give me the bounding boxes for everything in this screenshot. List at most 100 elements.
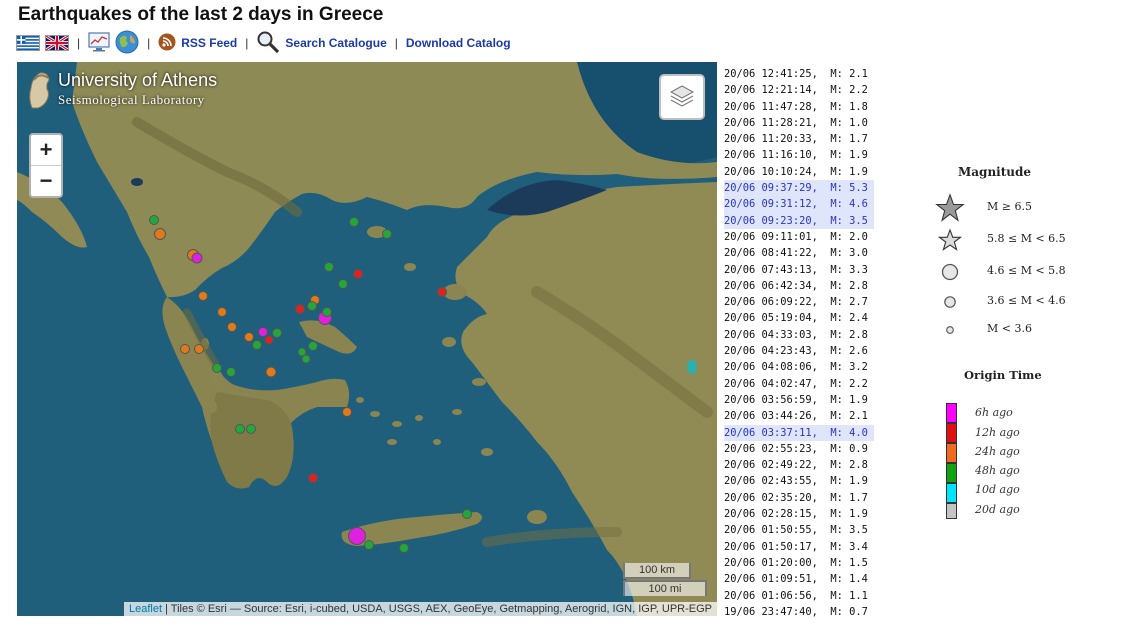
rss-icon[interactable] (158, 33, 176, 54)
quake-marker[interactable] (154, 228, 166, 240)
quake-list-item[interactable]: 20/06 01:50:17, M: 3.4 (724, 539, 874, 555)
zoom-in-button[interactable]: + (31, 135, 61, 165)
quake-list-item[interactable]: 20/06 04:33:03, M: 2.8 (724, 327, 874, 343)
time-swatch-24h (946, 443, 957, 463)
toolbar: | | RSS Feed | Search Catalogue | Downlo… (16, 30, 511, 57)
quake-list-item[interactable]: 20/06 10:10:24, M: 1.9 (724, 164, 874, 180)
quake-list-item[interactable]: 20/06 05:19:04, M: 2.4 (724, 310, 874, 326)
quake-list-item[interactable]: 20/06 03:56:59, M: 1.9 (724, 392, 874, 408)
quake-marker[interactable] (295, 304, 305, 314)
quake-marker[interactable] (364, 540, 374, 550)
quake-marker[interactable] (217, 307, 227, 317)
quake-list-item[interactable]: 20/06 02:28:15, M: 1.9 (724, 506, 874, 522)
quake-marker[interactable] (265, 366, 277, 378)
quake-marker[interactable] (338, 279, 348, 289)
quake-marker[interactable] (180, 344, 190, 354)
attribution-text: | Tiles © Esri — Source: Esri, i-cubed, … (162, 603, 712, 615)
quake-marker[interactable] (348, 527, 366, 545)
quake-marker[interactable] (226, 367, 236, 377)
earthquake-map[interactable]: University of Athens Seismological Labor… (17, 62, 717, 616)
quake-list-item[interactable]: 20/06 11:16:10, M: 1.9 (724, 147, 874, 163)
quake-marker[interactable] (307, 301, 317, 311)
quake-list-item[interactable]: 20/06 01:20:00, M: 1.5 (724, 555, 874, 571)
quake-list-item[interactable]: 20/06 06:09:22, M: 2.7 (724, 294, 874, 310)
quake-list-item[interactable]: 20/06 09:23:20, M: 3.5 (724, 212, 874, 229)
quake-list-item[interactable]: 20/06 02:35:20, M: 1.7 (724, 490, 874, 506)
monitor-chart-icon[interactable] (88, 31, 110, 55)
quake-list-item[interactable]: 20/06 02:43:55, M: 1.9 (724, 473, 874, 489)
quake-marker[interactable] (382, 229, 392, 239)
quake-time: 20/06 01:20:00, (724, 556, 818, 569)
magnitude-label: 5.8 ≤ M < 6.5 (987, 232, 1066, 245)
quake-marker[interactable] (322, 307, 332, 317)
quake-list-item[interactable]: 20/06 03:37:11, M: 4.0 (724, 424, 874, 441)
quake-list-item[interactable]: 20/06 01:50:55, M: 3.5 (724, 522, 874, 538)
quake-marker[interactable] (399, 543, 409, 553)
quake-marker[interactable] (258, 327, 268, 337)
quake-marker[interactable] (235, 424, 245, 434)
quake-list-item[interactable]: 20/06 04:02:47, M: 2.2 (724, 376, 874, 392)
quake-list-item[interactable]: 19/06 23:47:40, M: 0.7 (724, 604, 874, 620)
quake-marker[interactable] (301, 354, 311, 364)
quake-list-item[interactable]: 20/06 04:08:06, M: 3.2 (724, 359, 874, 375)
quake-list-item[interactable]: 20/06 06:42:34, M: 2.8 (724, 278, 874, 294)
rss-feed-link[interactable]: RSS Feed (181, 36, 237, 50)
quake-list-item[interactable]: 20/06 09:11:01, M: 2.0 (724, 229, 874, 245)
quake-list-item[interactable]: 20/06 03:44:26, M: 2.1 (724, 408, 874, 424)
quake-list-item[interactable]: 20/06 12:21:14, M: 2.2 (724, 82, 874, 98)
leaflet-link[interactable]: Leaflet (129, 603, 162, 615)
quake-magnitude: M: 2.2 (830, 84, 868, 97)
quake-marker[interactable] (264, 335, 274, 345)
quake-marker[interactable] (437, 287, 447, 297)
quake-marker[interactable] (212, 363, 222, 373)
search-catalogue-link[interactable]: Search Catalogue (285, 36, 386, 50)
zoom-out-button[interactable]: − (31, 165, 61, 196)
quake-list-item[interactable]: 20/06 09:31:12, M: 4.6 (724, 196, 874, 213)
quake-time: 20/06 09:23:20, (724, 214, 818, 227)
quake-marker[interactable] (272, 328, 282, 338)
toolbar-separator: | (245, 36, 249, 50)
magnitude-row: M < 3.6 (905, 318, 1085, 342)
quake-list-item[interactable]: 20/06 02:55:23, M: 0.9 (724, 441, 874, 457)
quake-marker[interactable] (252, 340, 262, 350)
quake-list-item[interactable]: 20/06 11:28:21, M: 1.0 (724, 115, 874, 131)
quake-marker[interactable] (244, 332, 254, 342)
quake-list-item[interactable]: 20/06 04:23:43, M: 2.6 (724, 343, 874, 359)
quake-list-item[interactable]: 20/06 11:47:28, M: 1.8 (724, 99, 874, 115)
quake-list-item[interactable]: 19/06 23:22:00, M: 1.7 (724, 620, 874, 622)
quake-marker[interactable] (227, 322, 237, 332)
globe-icon[interactable] (115, 30, 139, 57)
quake-list-item[interactable]: 20/06 09:37:29, M: 5.3 (724, 180, 874, 197)
quake-marker[interactable] (349, 217, 359, 227)
quake-time: 20/06 12:21:14, (724, 84, 818, 97)
quake-time: 20/06 05:19:04, (724, 312, 818, 325)
quake-marker[interactable] (194, 344, 204, 354)
quake-marker[interactable] (342, 407, 352, 417)
quake-marker[interactable] (324, 262, 334, 272)
quake-list-item[interactable]: 20/06 12:41:25, M: 2.1 (724, 66, 874, 82)
quake-marker[interactable] (198, 291, 208, 301)
quake-time: 20/06 09:11:01, (724, 230, 818, 243)
download-catalog-link[interactable]: Download Catalog (406, 36, 511, 50)
quake-marker[interactable] (308, 341, 318, 351)
quake-marker[interactable] (462, 509, 472, 519)
quake-magnitude: M: 2.8 (830, 279, 868, 292)
large-star-icon (935, 193, 965, 222)
quake-magnitude: M: 1.7 (830, 133, 868, 146)
quake-marker[interactable] (246, 424, 256, 434)
uk-flag-icon[interactable] (45, 34, 69, 52)
quake-list-item[interactable]: 20/06 07:43:13, M: 3.3 (724, 262, 874, 278)
greek-flag-icon[interactable] (16, 35, 40, 51)
quake-marker[interactable] (308, 473, 318, 483)
magnifier-icon[interactable] (256, 30, 280, 57)
layers-button[interactable] (659, 74, 705, 120)
quake-list-item[interactable]: 20/06 02:49:22, M: 2.8 (724, 457, 874, 473)
quake-list-item[interactable]: 20/06 01:09:51, M: 1.4 (724, 571, 874, 587)
magnitude-legend-title: Magnitude (958, 165, 1032, 179)
quake-list-item[interactable]: 20/06 08:41:22, M: 3.0 (724, 245, 874, 261)
quake-marker[interactable] (353, 269, 363, 279)
quake-list-item[interactable]: 20/06 11:20:33, M: 1.7 (724, 131, 874, 147)
quake-list-item[interactable]: 20/06 01:06:56, M: 1.1 (724, 588, 874, 604)
quake-marker[interactable] (149, 215, 159, 225)
quake-marker[interactable] (191, 252, 203, 264)
